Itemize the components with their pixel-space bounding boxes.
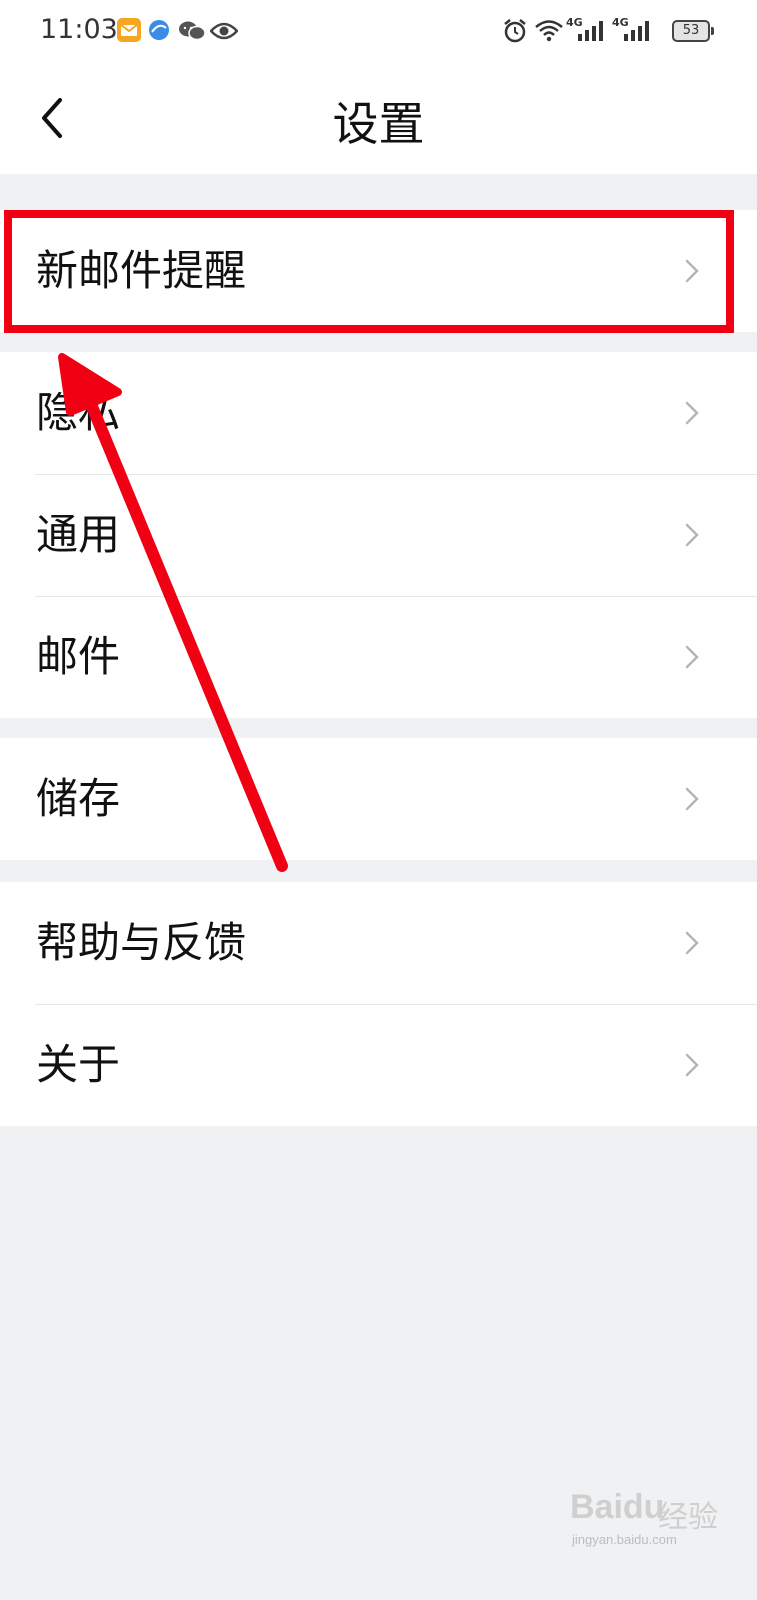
watermark-text: 经验 bbox=[658, 1501, 718, 1534]
annotation-arrow-icon bbox=[58, 353, 288, 872]
watermark: Baidu 经验 jingyan.baidu.com bbox=[570, 1488, 750, 1548]
watermark-url: jingyan.baidu.com bbox=[572, 1532, 677, 1547]
watermark-logo: Baidu bbox=[570, 1488, 665, 1526]
